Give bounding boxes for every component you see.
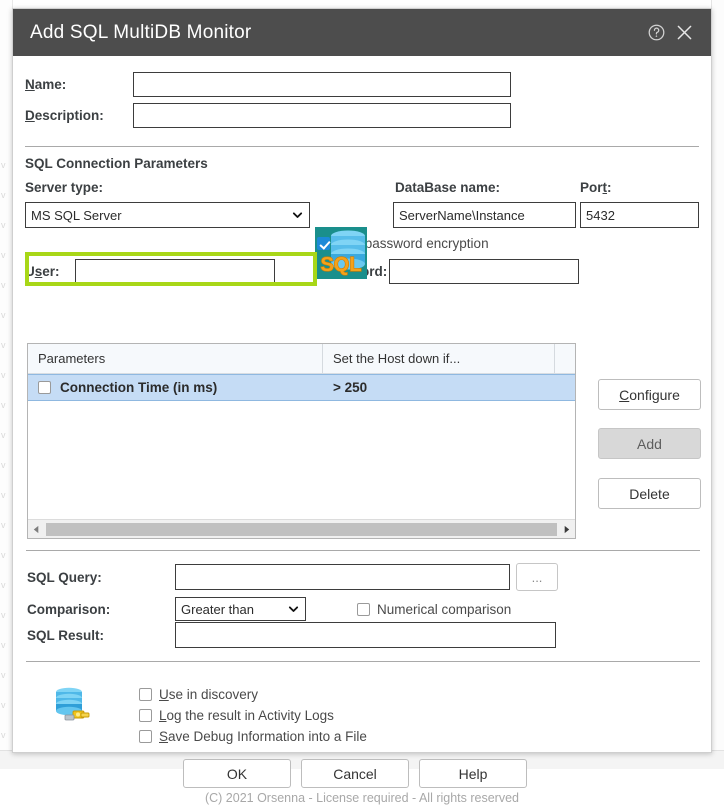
database-pipe-icon: [51, 684, 95, 731]
dialog-body: Name: Description: SQL Connection Parame…: [13, 72, 711, 805]
save-debug-row: Save Debug Information into a File: [139, 726, 367, 747]
description-row: Description:: [25, 103, 699, 128]
ok-button[interactable]: OK: [183, 759, 291, 788]
parameters-list-header: Parameters Set the Host down if...: [28, 344, 575, 374]
use-in-discovery-checkbox[interactable]: [139, 688, 152, 701]
name-input[interactable]: [133, 72, 511, 97]
copyright-notice: (C) 2021 Orsenna - License required - Al…: [204, 791, 520, 805]
server-type-value: MS SQL Server: [31, 207, 122, 223]
save-debug-label[interactable]: Save Debug Information into a File: [159, 729, 367, 744]
configure-button-label: Configure: [619, 386, 680, 403]
background-chevrons: vvvvvvvvvvvvvvvvvvvv: [1, 160, 6, 740]
numerical-comparison-label[interactable]: Numerical comparison: [377, 602, 511, 617]
password-input[interactable]: [389, 259, 580, 284]
separator-connection: [25, 146, 699, 147]
row-parameter-label: Connection Time (in ms): [60, 380, 218, 395]
cancel-button[interactable]: Cancel: [301, 759, 409, 788]
table-row[interactable]: Connection Time (in ms) > 250: [28, 374, 575, 401]
description-label-text: escription:: [34, 108, 104, 123]
help-circle-icon[interactable]: [643, 20, 669, 46]
delete-button[interactable]: Delete: [598, 478, 701, 509]
comparison-label: Comparison:: [27, 601, 111, 617]
separator-options: [26, 661, 700, 662]
connection-fields-row: MS SQL Server: [25, 202, 699, 228]
cancel-button-label: Cancel: [333, 765, 377, 782]
sql-result-row: SQL Result:: [27, 622, 556, 648]
use-password-encryption-checkbox[interactable]: [317, 237, 330, 250]
scrollbar-thumb[interactable]: [46, 522, 557, 536]
description-label: Description:: [25, 108, 104, 123]
configure-button[interactable]: Configure: [598, 379, 701, 410]
help-button-label: Help: [458, 765, 488, 782]
name-row: Name:: [25, 72, 699, 97]
use-in-discovery-row: Use in discovery: [139, 684, 367, 705]
column-header-host-down[interactable]: Set the Host down if...: [323, 344, 555, 373]
save-debug-checkbox[interactable]: [139, 730, 152, 743]
row-condition-cell: > 250: [333, 380, 368, 395]
add-sql-multidb-monitor-dialog: Add SQL MultiDB Monitor Name: Descriptio…: [12, 8, 712, 805]
name-label: Name:: [25, 77, 67, 92]
delete-button-label: Delete: [629, 485, 670, 502]
parameters-horizontal-scrollbar[interactable]: [28, 519, 575, 538]
database-name-input[interactable]: [393, 202, 576, 228]
caret-left-icon[interactable]: [28, 521, 45, 538]
user-input[interactable]: [75, 259, 275, 284]
port-label-text: Por: [580, 180, 603, 195]
chevron-down-icon: [292, 212, 302, 218]
database-name-label: DataBase name:: [395, 180, 501, 195]
comparison-select[interactable]: Greater than: [175, 597, 306, 621]
add-button-label: Add: [637, 435, 662, 452]
numerical-comparison-checkbox[interactable]: [357, 602, 370, 616]
sql-result-label: SQL Result:: [27, 627, 105, 643]
chevron-down-icon: [288, 606, 299, 612]
sql-database-icon: SQL: [315, 227, 367, 282]
connection-labels-row: Server type: DataBase name: Port:: [25, 180, 699, 195]
column-header-parameters[interactable]: Parameters: [28, 344, 323, 373]
server-type-label: Server type:: [25, 180, 104, 195]
connection-section-title: SQL Connection Parameters: [25, 156, 208, 171]
svg-text:SQL: SQL: [320, 254, 361, 276]
row-checkbox[interactable]: [38, 381, 51, 394]
user-label: User:: [25, 264, 60, 279]
sql-query-browse-label: ...: [531, 569, 543, 585]
close-icon[interactable]: [671, 20, 697, 46]
ok-button-label: OK: [226, 765, 248, 782]
log-result-checkbox[interactable]: [139, 709, 152, 722]
dialog-titlebar: Add SQL MultiDB Monitor: [13, 9, 711, 56]
column-header-extra[interactable]: [555, 344, 575, 373]
port-input[interactable]: [580, 202, 699, 228]
port-label: Port:: [580, 180, 612, 195]
sql-query-input[interactable]: [175, 564, 510, 590]
options-list: Use in discovery Log the result in Activ…: [139, 684, 367, 747]
use-in-discovery-label[interactable]: Use in discovery: [159, 687, 258, 702]
name-label-text: ame:: [34, 77, 67, 92]
background-right-panel: [711, 0, 724, 769]
server-type-select[interactable]: MS SQL Server: [25, 202, 310, 228]
separator-query: [26, 550, 700, 551]
comparison-value: Greater than: [181, 601, 254, 617]
row-parameter-cell: Connection Time (in ms): [28, 380, 323, 395]
caret-right-icon[interactable]: [558, 521, 575, 538]
dialog-title: Add SQL MultiDB Monitor: [30, 21, 252, 43]
log-result-row: Log the result in Activity Logs: [139, 705, 367, 726]
comparison-row: Comparison: Greater than Numerical compa…: [27, 597, 511, 621]
sql-query-row: SQL Query: ...: [27, 563, 558, 591]
sql-query-browse-button[interactable]: ...: [516, 563, 558, 591]
parameters-listbox[interactable]: Parameters Set the Host down if... Conne…: [27, 343, 576, 539]
sql-result-input[interactable]: [175, 622, 556, 648]
log-result-label[interactable]: Log the result in Activity Logs: [159, 708, 334, 723]
add-button[interactable]: Add: [598, 428, 701, 459]
help-button[interactable]: Help: [419, 759, 527, 788]
sql-query-label: SQL Query:: [27, 569, 102, 585]
description-input[interactable]: [133, 103, 511, 128]
